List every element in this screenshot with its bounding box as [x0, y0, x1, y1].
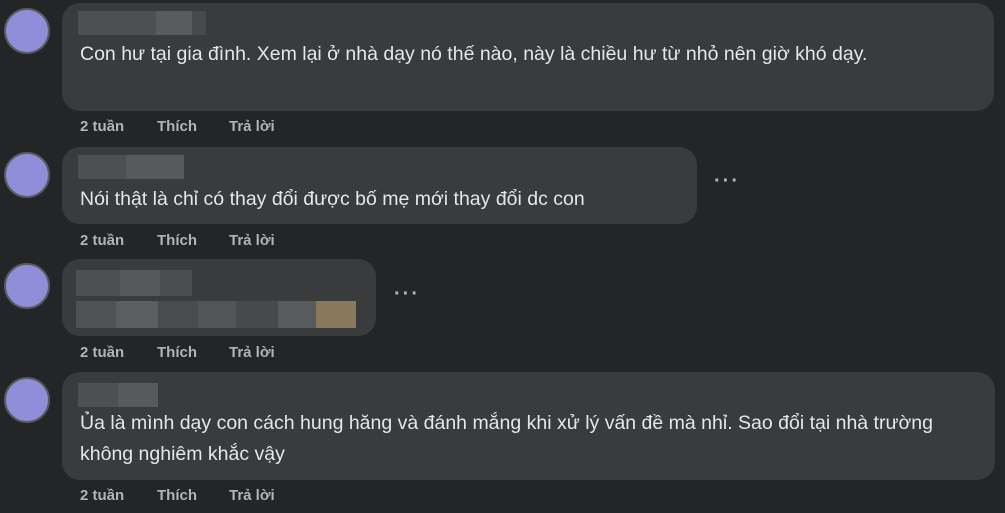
comment-time[interactable]: 2 tuần	[80, 118, 157, 135]
comment-actions: 2 tuần Thích Trả lời	[80, 118, 275, 135]
avatar[interactable]	[4, 377, 50, 423]
comment-actions: 2 tuần Thích Trả lời	[80, 232, 275, 249]
more-options-icon[interactable]: ···	[714, 170, 740, 193]
comment-actions: 2 tuần Thích Trả lời	[80, 344, 275, 361]
comment-time[interactable]: 2 tuần	[80, 232, 157, 249]
comment-bubble: Nói thật là chỉ có thay đổi được bố mẹ m…	[62, 147, 697, 224]
like-button[interactable]: Thích	[157, 344, 229, 361]
like-button[interactable]: Thích	[157, 487, 229, 504]
comment-time[interactable]: 2 tuần	[80, 344, 157, 361]
reply-button[interactable]: Trả lời	[229, 487, 275, 504]
comment-bubble: Ủa là mình dạy con cách hung hăng và đán…	[62, 372, 995, 480]
comment-actions: 2 tuần Thích Trả lời	[80, 487, 275, 504]
blurred-author-name[interactable]	[76, 270, 192, 296]
reply-button[interactable]: Trả lời	[229, 232, 275, 249]
like-button[interactable]: Thích	[157, 232, 229, 249]
avatar[interactable]	[4, 152, 50, 198]
comment-bubble	[62, 259, 376, 336]
comment-text: Ủa là mình dạy con cách hung hăng và đán…	[80, 412, 933, 465]
reply-button[interactable]: Trả lời	[229, 344, 275, 361]
avatar[interactable]	[4, 8, 50, 54]
blurred-author-name[interactable]	[78, 11, 206, 35]
blurred-comment-content	[76, 301, 356, 328]
reply-button[interactable]: Trả lời	[229, 118, 275, 135]
comment-time[interactable]: 2 tuần	[80, 487, 157, 504]
blurred-author-name[interactable]	[78, 383, 158, 407]
comment-bubble: Con hư tại gia đình. Xem lại ở nhà dạy n…	[62, 3, 994, 111]
more-options-icon[interactable]: ···	[394, 283, 420, 306]
avatar[interactable]	[4, 263, 50, 309]
comment-text: Con hư tại gia đình. Xem lại ở nhà dạy n…	[80, 43, 868, 65]
comment-text: Nói thật là chỉ có thay đổi được bố mẹ m…	[80, 188, 585, 210]
like-button[interactable]: Thích	[157, 118, 229, 135]
blurred-author-name[interactable]	[78, 155, 184, 179]
